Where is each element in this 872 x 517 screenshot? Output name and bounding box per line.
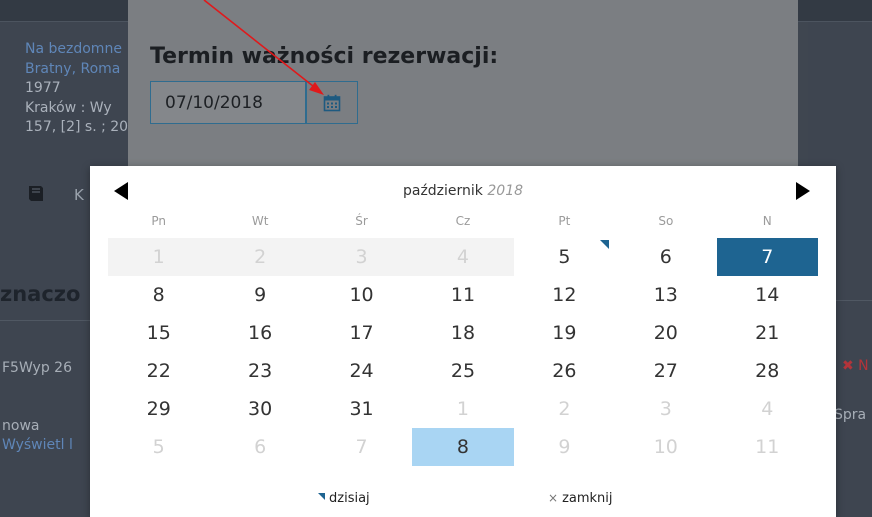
expiry-date-input[interactable]: 07/10/2018 bbox=[150, 81, 306, 124]
day-cell[interactable]: 12 bbox=[514, 276, 615, 314]
close-icon: × bbox=[548, 491, 559, 505]
weekday-label: Pn bbox=[151, 214, 167, 228]
book-icon bbox=[29, 186, 43, 201]
weekday-label: Pt bbox=[558, 214, 571, 228]
year-label: 2018 bbox=[487, 183, 524, 199]
day-cell[interactable]: 8 bbox=[108, 276, 209, 314]
day-cell[interactable]: 11 bbox=[412, 276, 513, 314]
weekday-label: Cz bbox=[455, 214, 471, 228]
day-cell[interactable]: 6 bbox=[615, 238, 716, 276]
right-divider bbox=[836, 300, 872, 301]
day-cell[interactable]: 19 bbox=[514, 314, 615, 352]
day-cell[interactable]: 7 bbox=[311, 428, 412, 466]
day-cell[interactable]: 5 bbox=[108, 428, 209, 466]
modal-title: Termin ważności rezerwacji: bbox=[150, 44, 499, 69]
day-cell[interactable]: 30 bbox=[209, 390, 310, 428]
day-cell[interactable]: 2 bbox=[514, 390, 615, 428]
day-cell[interactable]: 16 bbox=[209, 314, 310, 352]
day-cell[interactable]: 17 bbox=[311, 314, 412, 352]
record-publisher: Kraków : Wy bbox=[25, 99, 112, 116]
status-new: nowa bbox=[2, 418, 40, 434]
weekday-label: Wt bbox=[251, 214, 269, 228]
calendar-icon bbox=[323, 94, 341, 112]
show-link[interactable]: Wyświetl l bbox=[2, 437, 73, 453]
right-text: Spra bbox=[834, 407, 867, 423]
day-cell[interactable]: 29 bbox=[108, 390, 209, 428]
reservation-modal: Termin ważności rezerwacji: 07/10/2018 bbox=[128, 0, 798, 175]
day-cell[interactable]: 20 bbox=[615, 314, 716, 352]
day-cell[interactable]: 24 bbox=[311, 352, 412, 390]
day-cell[interactable]: 1 bbox=[412, 390, 513, 428]
day-cell[interactable]: 18 bbox=[412, 314, 513, 352]
day-cell: 4 bbox=[412, 238, 514, 276]
remove-icon[interactable]: ✖ N bbox=[842, 358, 869, 374]
day-cell[interactable]: 9 bbox=[514, 428, 615, 466]
close-button[interactable]: × zamknij bbox=[548, 491, 613, 506]
day-grid: 1 2 3 4 5 6 7 8 9 10 11 12 13 14 15 16 17 18 19 20 21 22 23 24 2… bbox=[108, 238, 818, 466]
day-cell[interactable]: 28 bbox=[717, 352, 818, 390]
day-cell[interactable]: 25 bbox=[412, 352, 513, 390]
close-label: zamknij bbox=[562, 491, 613, 506]
month-label: październik bbox=[402, 183, 483, 199]
record-extent: 157, [2] s. ; 20 bbox=[25, 119, 129, 135]
day-cell[interactable]: 11 bbox=[717, 428, 818, 466]
day-cell[interactable]: 10 bbox=[311, 276, 412, 314]
day-cell[interactable]: 3 bbox=[615, 390, 716, 428]
day-cell[interactable]: 8 bbox=[412, 428, 514, 466]
book-label: K bbox=[74, 186, 84, 204]
day-cell[interactable]: 9 bbox=[209, 276, 310, 314]
record-author-link[interactable]: Bratny, Roma bbox=[25, 60, 128, 80]
day-cell[interactable]: 23 bbox=[209, 352, 310, 390]
day-cell[interactable]: 26 bbox=[514, 352, 615, 390]
weekday-label: So bbox=[658, 214, 674, 228]
day-cell[interactable]: 10 bbox=[615, 428, 716, 466]
day-cell[interactable]: 4 bbox=[717, 390, 818, 428]
today-marker-icon bbox=[318, 493, 325, 500]
day-cell-selected[interactable]: 7 bbox=[716, 238, 818, 276]
today-button[interactable]: dzisiaj bbox=[318, 491, 370, 506]
weekday-label: Śr bbox=[355, 214, 368, 228]
triangle-right-icon[interactable] bbox=[796, 182, 810, 200]
day-cell-today[interactable]: 5 bbox=[514, 238, 615, 276]
day-cell[interactable]: 6 bbox=[209, 428, 310, 466]
calendar-button[interactable] bbox=[306, 81, 358, 124]
day-cell[interactable]: 14 bbox=[717, 276, 818, 314]
day-cell: 2 bbox=[209, 238, 311, 276]
day-cell: 3 bbox=[310, 238, 413, 276]
day-cell: 1 bbox=[108, 238, 210, 276]
day-cell[interactable]: 21 bbox=[717, 314, 818, 352]
weekday-label: N bbox=[762, 214, 772, 228]
record-details: Na bezdomne Bratny, Roma 1977 Kraków : W… bbox=[25, 40, 128, 138]
day-cell[interactable]: 27 bbox=[615, 352, 716, 390]
day-cell[interactable]: 15 bbox=[108, 314, 209, 352]
today-label: dzisiaj bbox=[329, 491, 370, 506]
month-title: październik 2018 bbox=[90, 183, 836, 199]
day-cell[interactable]: 22 bbox=[108, 352, 209, 390]
weekday-header: Pn Wt Śr Cz Pt So N bbox=[108, 214, 818, 234]
record-title-link[interactable]: Na bezdomne bbox=[25, 40, 128, 60]
row-code: F5Wyp 26 bbox=[2, 360, 72, 376]
record-year: 1977 bbox=[25, 80, 61, 96]
datepicker: październik 2018 Pn Wt Śr Cz Pt So N 123456789… bbox=[90, 166, 836, 517]
day-cell[interactable]: 31 bbox=[311, 390, 412, 428]
day-cell[interactable]: 13 bbox=[615, 276, 716, 314]
